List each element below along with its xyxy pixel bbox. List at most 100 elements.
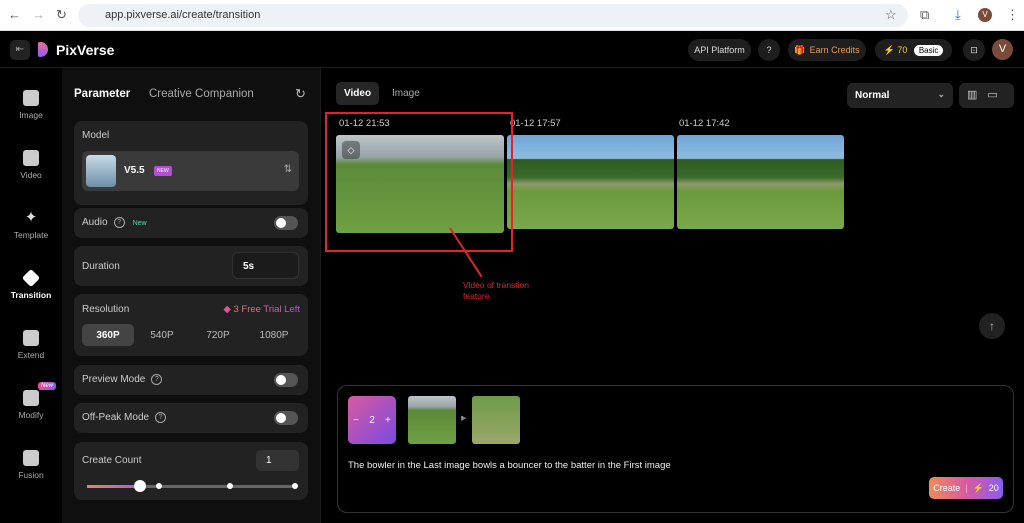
- credits-pill[interactable]: ⚡ 70 Basic: [875, 39, 952, 61]
- frame-count: 2: [369, 414, 375, 426]
- free-trial-label: 3 Free Trial Left: [233, 304, 300, 315]
- model-name: V5.5: [124, 165, 145, 176]
- free-trial-text: ◆ 3 Free Trial Left: [224, 304, 300, 315]
- nav-template[interactable]: ✦ Template: [0, 209, 62, 241]
- download-icon[interactable]: ⤓: [955, 7, 961, 23]
- nav-video[interactable]: Video: [0, 150, 62, 180]
- user-avatar[interactable]: V: [992, 39, 1013, 60]
- model-new-badge: NEW: [154, 166, 172, 176]
- annotation-text: Video of transtion feature: [463, 280, 529, 301]
- gift-icon: 🎁: [794, 44, 806, 55]
- main-area: Video Image Normal ⌄ ▥▭ 01-12 21:53 01-12…: [320, 68, 1024, 523]
- audio-new-badge: New: [132, 220, 147, 228]
- annotation-box: [325, 112, 513, 252]
- forward-icon[interactable]: →: [32, 7, 45, 22]
- create-count-label: Create Count: [82, 455, 142, 466]
- create-count-input[interactable]: 1: [256, 450, 299, 471]
- profile-avatar[interactable]: V: [978, 8, 992, 22]
- reset-icon[interactable]: ↻: [295, 86, 306, 102]
- transition-icon: [21, 268, 41, 288]
- minus-icon[interactable]: −: [353, 415, 359, 426]
- collapse-sidebar-icon[interactable]: ⇤: [10, 40, 30, 60]
- nav-label: Transition: [10, 290, 52, 300]
- slider-tick: [227, 483, 233, 489]
- help-icon[interactable]: ?: [113, 217, 125, 228]
- last-image[interactable]: [472, 396, 520, 444]
- quality-select[interactable]: Normal ⌄: [847, 83, 953, 108]
- first-image[interactable]: [408, 396, 456, 444]
- grid-layout-icon[interactable]: ▥: [967, 89, 987, 101]
- create-count-slider[interactable]: [87, 480, 298, 492]
- help-icon[interactable]: ?: [758, 39, 780, 61]
- plus-icon[interactable]: +: [385, 415, 391, 426]
- nav-label: Video: [20, 170, 42, 180]
- create-button[interactable]: Create | ⚡ 20: [929, 477, 1003, 499]
- prompt-box: −2 + ▶ The bowler in the Last image bowls…: [337, 385, 1014, 513]
- list-layout-icon[interactable]: ▭: [987, 89, 1007, 101]
- earn-credits-button[interactable]: 🎁 Earn Credits: [788, 39, 866, 61]
- settings-sliders-icon[interactable]: ⇅: [284, 164, 292, 175]
- feedback-icon[interactable]: ⊡: [963, 39, 985, 61]
- back-icon[interactable]: ←: [8, 7, 21, 22]
- nav-fusion[interactable]: Fusion: [0, 450, 62, 480]
- address-bar[interactable]: app.pixverse.ai/create/transition: [78, 4, 908, 27]
- reload-icon[interactable]: ↻: [56, 7, 67, 23]
- duration-label: Duration: [82, 261, 120, 272]
- slider-handle[interactable]: [133, 480, 146, 492]
- sparkle-icon: ✦: [24, 209, 38, 226]
- off-peak-toggle[interactable]: [274, 411, 298, 425]
- image-icon: [23, 90, 39, 106]
- prompt-text[interactable]: The bowler in the Last image bowls a bou…: [348, 460, 671, 471]
- new-badge: New: [38, 382, 57, 390]
- menu-icon[interactable]: ⋮: [1006, 7, 1019, 23]
- browser-toolbar: ← → ↻ app.pixverse.ai/create/transition …: [0, 0, 1024, 31]
- video-icon: [23, 150, 39, 166]
- off-peak-label: Off-Peak Mode: [82, 412, 150, 424]
- nav-extend[interactable]: Extend: [0, 330, 62, 360]
- audio-toggle[interactable]: [274, 216, 298, 230]
- nav-label: Template: [13, 230, 49, 240]
- nav-modify[interactable]: Modify New: [0, 382, 62, 420]
- bookmark-star-icon[interactable]: ☆: [885, 7, 897, 23]
- tab-image[interactable]: Image: [392, 88, 420, 99]
- lightning-icon: ⚡: [972, 482, 984, 493]
- pixverse-logo-icon: [38, 42, 48, 57]
- left-nav: Image Video ✦ Template Transition Extend …: [0, 68, 62, 523]
- fusion-cube-icon: [23, 450, 39, 466]
- resolution-720p[interactable]: 720P: [192, 324, 244, 346]
- video-timestamp: 01-12 17:57: [510, 118, 561, 129]
- arrow-right-icon: ▶: [461, 415, 467, 422]
- layout-toggle[interactable]: ▥▭: [959, 83, 1014, 108]
- nav-label: Image: [19, 110, 43, 120]
- scroll-top-button[interactable]: ↑: [979, 313, 1005, 339]
- nav-label: Modify: [18, 410, 44, 420]
- resolution-360p[interactable]: 360P: [82, 324, 134, 346]
- extend-icon: [23, 330, 39, 346]
- help-icon[interactable]: ?: [151, 374, 163, 385]
- nav-image[interactable]: Image: [0, 90, 62, 120]
- resolution-540p[interactable]: 540P: [136, 324, 188, 346]
- help-icon[interactable]: ?: [155, 412, 167, 423]
- create-count-card: Create Count 1: [74, 442, 308, 500]
- model-selector[interactable]: V5.5 NEW ⇅: [82, 151, 299, 191]
- gem-icon: ◆: [223, 304, 234, 315]
- api-platform-button[interactable]: API Platform: [688, 39, 751, 61]
- audio-label: Audio: [82, 217, 108, 229]
- extensions-icon[interactable]: ⧉: [920, 7, 929, 23]
- audio-row: Audio? New: [74, 208, 308, 238]
- duration-select[interactable]: 5s: [232, 252, 299, 279]
- video-card[interactable]: [677, 135, 844, 229]
- preview-mode-row: Preview Mode?: [74, 365, 308, 395]
- credits-count: 70: [897, 45, 908, 55]
- nav-transition[interactable]: Transition: [0, 268, 62, 300]
- frame-count-stepper[interactable]: −2 +: [348, 396, 396, 444]
- video-card[interactable]: [507, 135, 674, 229]
- app-header: ⇤ PixVerse API Platform ? 🎁 Earn Credits …: [0, 31, 1024, 68]
- video-timestamp: 01-12 17:42: [679, 118, 730, 129]
- tab-video[interactable]: Video: [336, 82, 380, 105]
- preview-mode-toggle[interactable]: [274, 373, 298, 387]
- tab-parameter[interactable]: Parameter: [74, 88, 130, 100]
- resolution-1080p[interactable]: 1080P: [248, 324, 300, 346]
- model-card: Model V5.5 NEW ⇅: [74, 121, 308, 205]
- tab-creative-companion[interactable]: Creative Companion: [149, 88, 254, 100]
